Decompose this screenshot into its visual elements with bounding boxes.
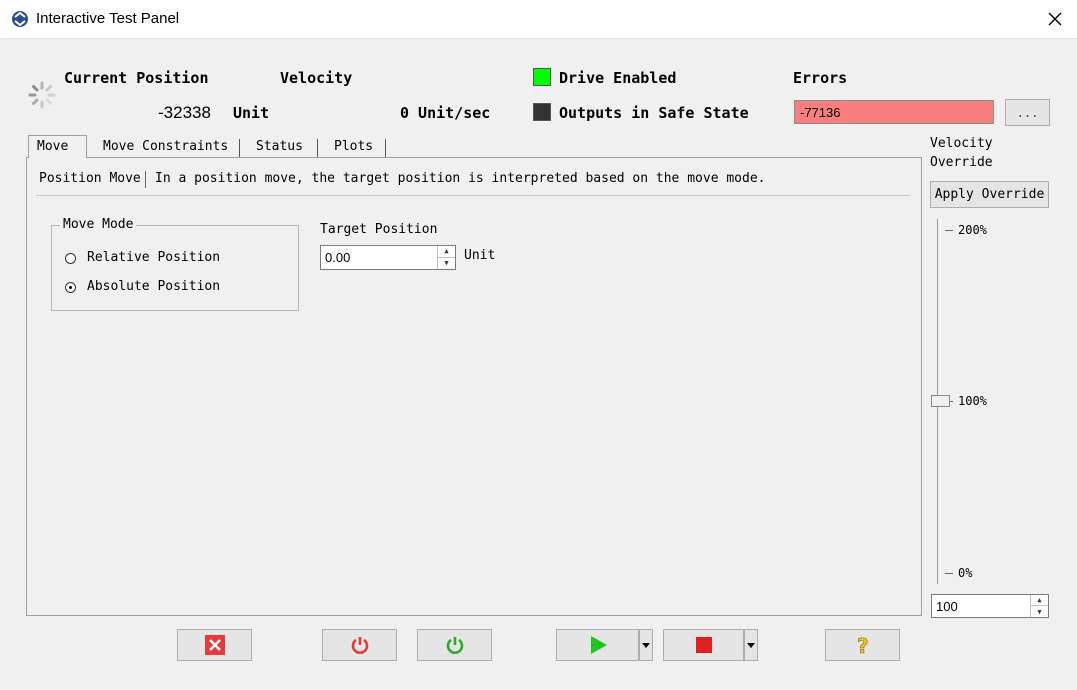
spin-down-icon[interactable]: ▼ xyxy=(437,257,455,269)
scale-label-top: 200% xyxy=(958,223,987,237)
help-button[interactable]: ? xyxy=(825,629,900,661)
velocity-value: 0 Unit/sec xyxy=(400,104,491,122)
tab-separator xyxy=(385,139,386,157)
relative-position-label[interactable]: Relative Position xyxy=(87,250,220,265)
override-value-stepper[interactable]: 100 ▲ ▼ xyxy=(931,594,1049,618)
apply-override-button[interactable]: Apply Override xyxy=(930,181,1049,208)
outputs-safe-label: Outputs in Safe State xyxy=(559,104,749,122)
errors-label: Errors xyxy=(793,69,848,87)
slider-tick xyxy=(945,230,953,231)
tab-move[interactable]: Move xyxy=(28,135,87,159)
drive-enabled-label: Drive Enabled xyxy=(559,69,677,87)
power-on-icon xyxy=(446,637,463,654)
move-description-title: Position Move xyxy=(39,171,141,186)
move-description-text: In a position move, the target position … xyxy=(155,171,766,186)
drive-enabled-led xyxy=(533,68,551,86)
chevron-down-icon xyxy=(642,642,650,648)
tab-status[interactable]: Status xyxy=(248,136,311,158)
close-button[interactable] xyxy=(1040,6,1070,32)
outputs-safe-led xyxy=(533,103,551,121)
clear-faults-button[interactable] xyxy=(177,629,252,661)
errors-details-button[interactable]: ... xyxy=(1005,99,1050,126)
current-position-value: -32338 xyxy=(158,103,211,122)
move-mode-title: Move Mode xyxy=(60,217,137,232)
relative-position-radio[interactable] xyxy=(65,253,76,264)
override-value-input[interactable]: 100 xyxy=(936,599,958,614)
chevron-down-icon xyxy=(747,642,755,648)
scale-label-bottom: 0% xyxy=(958,566,973,580)
svg-text:?: ? xyxy=(857,634,869,656)
target-position-label: Target Position xyxy=(320,222,438,237)
spin-down-icon[interactable]: ▼ xyxy=(1030,606,1048,617)
target-position-unit: Unit xyxy=(464,248,496,263)
disable-drive-button[interactable] xyxy=(322,629,397,661)
slider-tick xyxy=(945,573,953,574)
move-mode-group xyxy=(51,225,299,311)
velocity-label: Velocity xyxy=(280,69,353,87)
help-icon: ? xyxy=(856,634,869,656)
current-position-unit: Unit xyxy=(233,104,270,122)
enable-drive-button[interactable] xyxy=(417,629,492,661)
busy-spinner-icon xyxy=(28,81,56,109)
spin-up-icon[interactable]: ▲ xyxy=(1030,595,1048,606)
override-slider-thumb[interactable] xyxy=(931,395,950,407)
velocity-override-label: Velocity Override xyxy=(930,136,993,170)
spin-up-icon[interactable]: ▲ xyxy=(437,246,455,258)
start-move-dropdown[interactable] xyxy=(639,629,653,661)
current-position-label: Current Position xyxy=(64,69,209,87)
absolute-position-radio[interactable] xyxy=(65,282,76,293)
stop-move-dropdown[interactable] xyxy=(744,629,758,661)
tab-move-constraints[interactable]: Move Constraints xyxy=(95,136,236,158)
description-separator xyxy=(145,171,146,188)
absolute-position-label[interactable]: Absolute Position xyxy=(87,279,220,294)
description-divider xyxy=(36,195,910,196)
play-icon xyxy=(590,636,607,654)
stop-move-button[interactable] xyxy=(663,629,744,661)
close-icon xyxy=(1048,12,1062,26)
close-x-icon xyxy=(204,635,225,655)
app-icon xyxy=(12,11,28,27)
stop-icon xyxy=(695,637,712,653)
target-position-stepper[interactable]: 0.00 ▲ ▼ xyxy=(320,245,456,270)
start-move-button[interactable] xyxy=(556,629,639,661)
window-title: Interactive Test Panel xyxy=(36,10,180,27)
power-off-icon xyxy=(351,637,368,654)
errors-field[interactable]: -77136 xyxy=(794,100,994,124)
tab-plots[interactable]: Plots xyxy=(326,136,381,158)
scale-label-mid: 100% xyxy=(958,394,987,408)
target-position-input[interactable]: 0.00 xyxy=(325,250,350,265)
tab-separator xyxy=(239,139,240,157)
tab-separator xyxy=(317,139,318,157)
